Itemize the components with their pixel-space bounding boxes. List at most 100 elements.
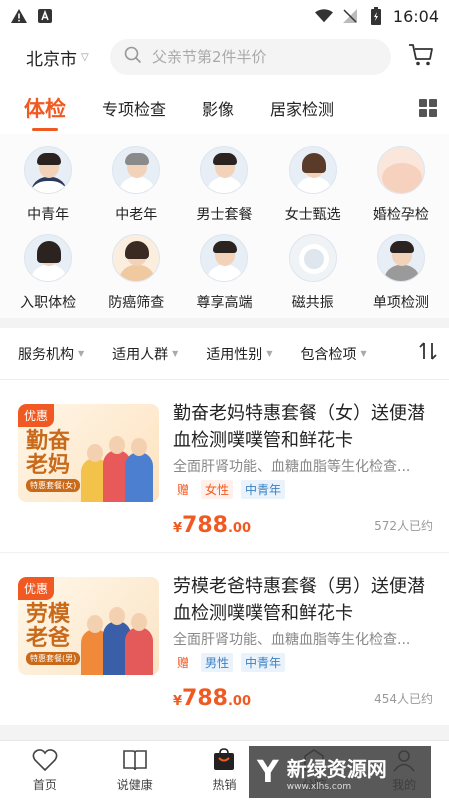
category-label: 婚检孕检: [372, 207, 429, 223]
category-premarital-pregnancy[interactable]: 婚检孕检: [357, 146, 445, 224]
gift-tag: 赠: [177, 483, 190, 497]
cart-icon: [408, 43, 434, 71]
tab-physical-exam[interactable]: 体检: [24, 93, 66, 131]
cart-button[interactable]: [407, 43, 435, 71]
nav-health-talk[interactable]: 说健康: [90, 741, 180, 800]
promo-badge: 优惠: [18, 404, 55, 427]
nav-home[interactable]: 首页: [0, 741, 90, 800]
filter-gender[interactable]: 适用性别 ▼: [206, 344, 272, 364]
status-time: 16:04: [392, 6, 439, 26]
age-tag: 中青年: [241, 480, 286, 499]
category-label: 防癌筛查: [108, 295, 165, 311]
avatar: [288, 234, 337, 282]
avatar: [112, 146, 161, 194]
category-mri[interactable]: 磁共振: [269, 234, 357, 312]
filter-audience[interactable]: 适用人群 ▼: [112, 344, 178, 364]
filter-label: 适用性别: [206, 346, 263, 363]
watermark: Y 新绿资源网 www.xlhs.com: [249, 746, 431, 798]
signal-off-icon: [341, 7, 359, 25]
shopping-bag-icon: [211, 748, 237, 772]
family-illustration: [81, 426, 153, 502]
filter-label: 服务机构: [18, 346, 74, 363]
filter-items[interactable]: 包含检项 ▼: [300, 344, 366, 364]
grid-menu-icon[interactable]: [419, 99, 437, 117]
nav-label: 热销: [212, 778, 237, 792]
heart-icon: [32, 748, 58, 772]
avatar: [200, 234, 249, 282]
wifi-icon: [314, 7, 333, 25]
product-card[interactable]: 优惠 勤奋老妈 特惠套餐(女) 勤奋老妈特惠套餐（女）送便潜血检测噗噗管和鲜花卡…: [0, 380, 449, 553]
product-card[interactable]: 优惠 劳模老爸 特惠套餐(男) 劳模老爸特惠套餐（男）送便潜血检测噗噗管和鲜花卡…: [0, 553, 449, 726]
watermark-logo-icon: Y: [257, 754, 279, 790]
caret-down-icon: ▼: [360, 349, 367, 358]
category-young-adult[interactable]: 中青年: [4, 146, 92, 224]
category-label: 单项检测: [372, 295, 429, 311]
tab-home-test[interactable]: 居家检测: [270, 96, 334, 120]
category-women[interactable]: 女士甄选: [269, 146, 357, 224]
product-price: ¥788.00: [173, 686, 252, 711]
header: 北京市 ▽: [0, 32, 449, 82]
family-illustration: [81, 599, 153, 675]
status-bar: 16:04: [0, 0, 449, 32]
search-icon: [124, 46, 142, 68]
city-selector[interactable]: 北京市 ▽: [26, 45, 110, 70]
notification-a-icon: [36, 7, 54, 25]
category-cancer-screening[interactable]: 防癌筛查: [92, 234, 180, 312]
category-label: 男士套餐: [196, 207, 253, 223]
search-bar[interactable]: [110, 39, 391, 75]
product-list: 优惠 勤奋老妈 特惠套餐(女) 勤奋老妈特惠套餐（女）送便潜血检测噗噗管和鲜花卡…: [0, 380, 449, 726]
thumbnail-title: 勤奋老妈: [26, 429, 71, 478]
gender-tag: 女性: [201, 480, 234, 499]
promo-badge: 优惠: [18, 577, 55, 600]
avatar: [24, 234, 73, 282]
avatar: [24, 146, 73, 194]
product-thumbnail: 优惠 劳模老爸 特惠套餐(男): [18, 577, 159, 675]
filter-bar: 服务机构 ▼ 适用人群 ▼ 适用性别 ▼ 包含检项 ▼: [0, 328, 449, 380]
category-middle-aged[interactable]: 中老年: [92, 146, 180, 224]
category-label: 中青年: [27, 207, 70, 223]
sort-icon[interactable]: [419, 341, 437, 366]
product-name: 勤奋老妈特惠套餐（女）送便潜血检测噗噗管和鲜花卡: [173, 403, 425, 450]
avatar: [288, 146, 337, 194]
booked-count: 454人已约: [374, 692, 433, 706]
tab-imaging[interactable]: 影像: [202, 96, 234, 120]
chevron-down-icon: ▽: [81, 51, 89, 63]
battery-icon: [367, 7, 385, 25]
tab-special-exam[interactable]: 专项检查: [102, 96, 166, 120]
category-label: 女士甄选: [284, 207, 341, 223]
nav-label: 首页: [32, 778, 57, 792]
watermark-title: 新绿资源网: [286, 756, 387, 781]
filter-label: 包含检项: [300, 346, 357, 363]
product-description: 全面肝肾功能、血糖血脂等生化检查...: [173, 458, 411, 474]
gender-tag: 男性: [201, 653, 234, 672]
gift-tag: 赠: [177, 656, 190, 670]
category-label: 尊享高端: [196, 295, 253, 311]
category-premium[interactable]: 尊享高端: [180, 234, 268, 312]
category-tabs: 体检 专项检查 影像 居家检测: [0, 82, 449, 134]
product-price: ¥788.00: [173, 513, 252, 538]
search-input[interactable]: [152, 48, 377, 66]
category-label: 磁共振: [291, 295, 334, 311]
caret-down-icon: ▼: [78, 349, 85, 358]
category-label: 中老年: [115, 207, 158, 223]
category-grid: 中青年 中老年 男士套餐 女士甄选 婚检孕检 入职体检 防癌筛查 尊享高端 磁共…: [0, 134, 449, 318]
avatar: [376, 234, 425, 282]
category-single-test[interactable]: 单项检测: [357, 234, 445, 312]
thumbnail-title: 劳模老爸: [26, 602, 71, 651]
filter-label: 适用人群: [112, 346, 169, 363]
city-label: 北京市: [26, 49, 77, 70]
filter-service-org[interactable]: 服务机构 ▼: [18, 344, 84, 364]
avatar: [112, 234, 161, 282]
caret-down-icon: ▼: [172, 349, 179, 358]
product-name: 劳模老爸特惠套餐（男）送便潜血检测噗噗管和鲜花卡: [173, 576, 425, 623]
product-description: 全面肝肾功能、血糖血脂等生化检查...: [173, 631, 411, 647]
watermark-url: www.xlhs.com: [286, 781, 352, 792]
avatar: [376, 146, 425, 194]
book-icon: [122, 748, 148, 772]
caret-down-icon: ▼: [266, 349, 273, 358]
category-employment-exam[interactable]: 入职体检: [4, 234, 92, 312]
nav-label: 说健康: [116, 778, 153, 792]
warning-icon: [10, 7, 28, 25]
thumbnail-subtitle: 特惠套餐(男): [26, 652, 81, 665]
category-men[interactable]: 男士套餐: [180, 146, 268, 224]
